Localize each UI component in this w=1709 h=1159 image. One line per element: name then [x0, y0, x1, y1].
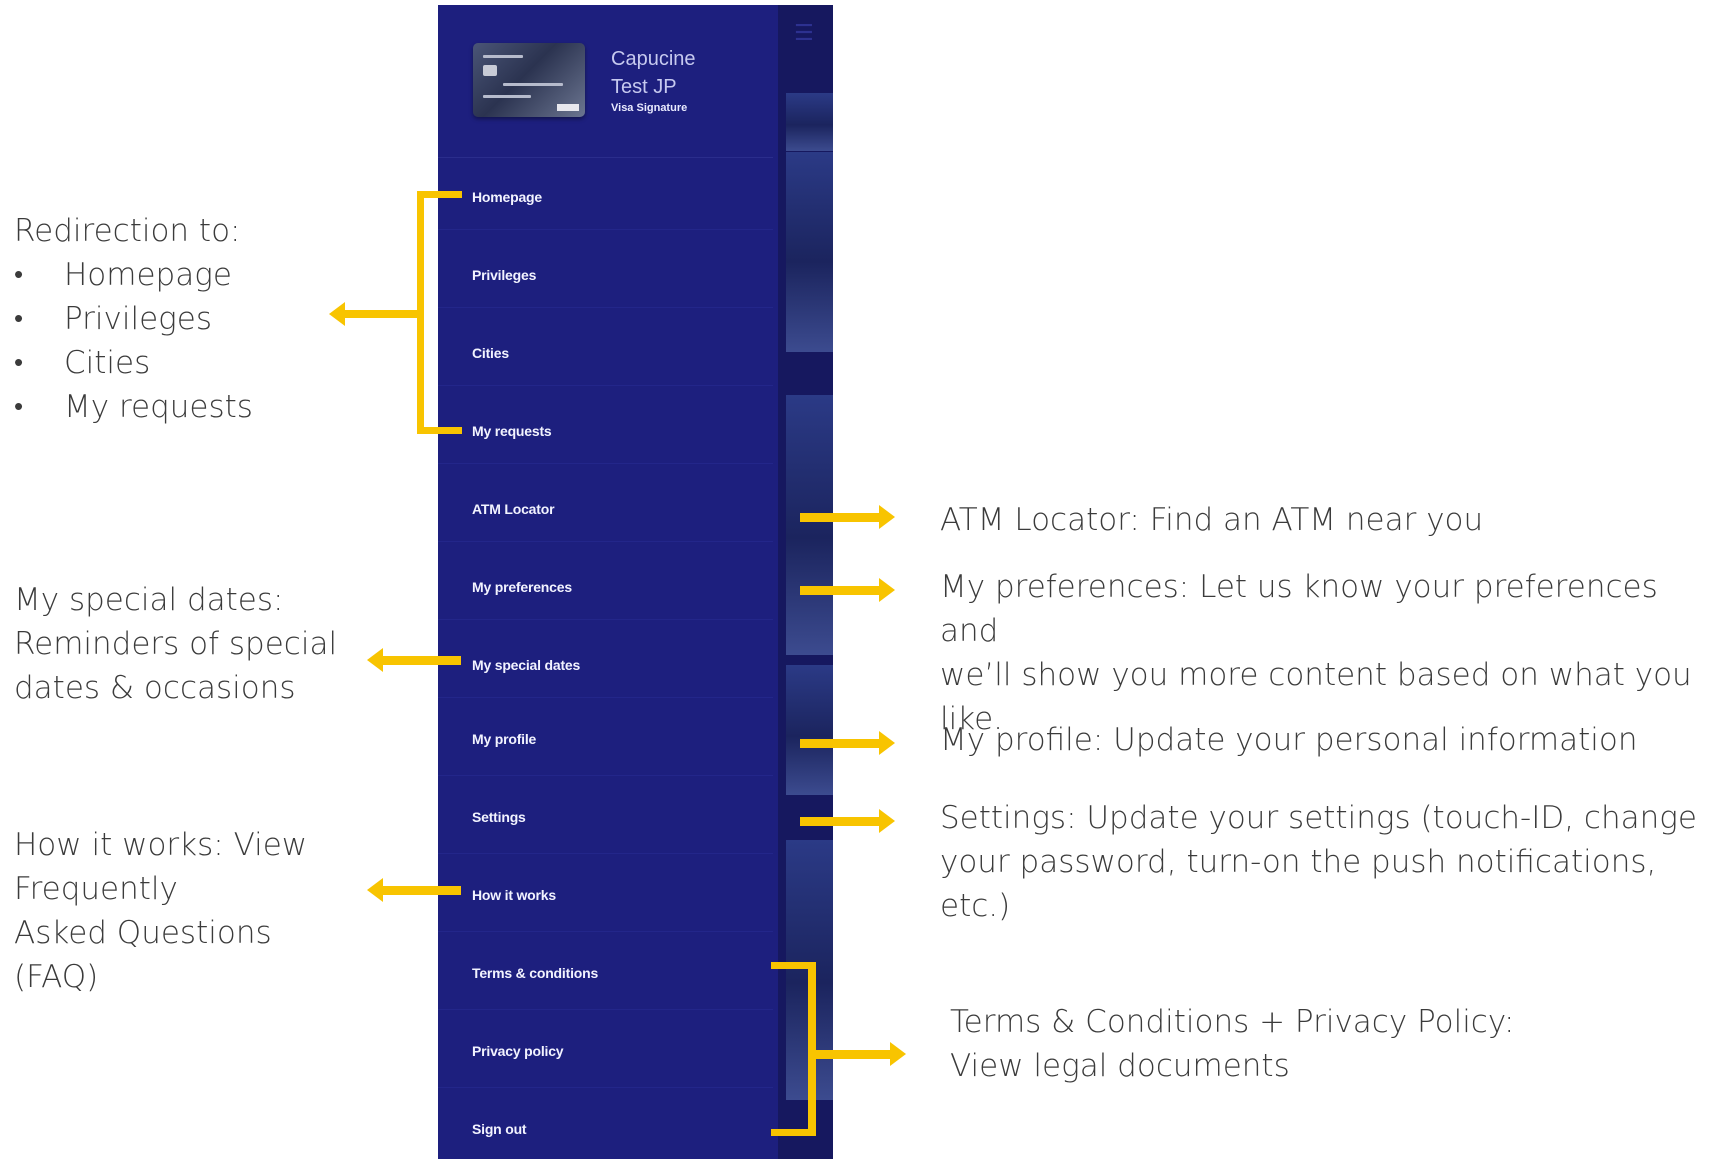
annotation-how-it-works: How it works: View Frequently Asked Ques… [14, 823, 307, 999]
annotation-line: we’ll show you more content based on wha… [940, 657, 1692, 693]
annotation-line: My special dates: [14, 582, 284, 618]
profile-last-name: Test JP [611, 76, 677, 98]
annotation-line: My preferences: Let us know your prefere… [940, 569, 1658, 649]
arrow-right-icon [879, 731, 895, 755]
annotation-line: My profile: Update your personal informa… [940, 722, 1638, 758]
background-card [786, 152, 833, 352]
menu-item-my-special-dates[interactable]: My special dates [438, 625, 773, 698]
menu-item-sign-out[interactable]: Sign out [438, 1093, 773, 1159]
hamburger-menu-icon[interactable]: ☰ [794, 23, 814, 45]
annotation-special-dates: My special dates: Reminders of special d… [14, 578, 337, 710]
menu-item-my-profile[interactable]: My profile [438, 703, 773, 776]
menu-item-label: Homepage [472, 189, 542, 205]
arrow-atm-shaft [800, 513, 879, 522]
arrow-right-icon [890, 1042, 906, 1066]
arrow-left-icon [329, 302, 345, 326]
credit-card-image [473, 43, 585, 117]
bracket-bottom-tick [771, 1129, 816, 1136]
profile-first-name: Capucine [611, 48, 696, 70]
menu-item-terms-conditions[interactable]: Terms & conditions [438, 937, 773, 1010]
menu-item-label: My preferences [472, 579, 572, 595]
stage: ☰ Capucine Test JP Visa Signature Homepa… [0, 0, 1709, 1159]
list-item: My requests [14, 385, 253, 429]
menu-item-privileges[interactable]: Privileges [438, 235, 773, 308]
annotation-line: (FAQ) [14, 959, 99, 995]
list-item: Privileges [14, 297, 253, 341]
bracket-bottom-tick [417, 427, 462, 434]
arrow-settings-shaft [800, 817, 879, 826]
menu-item-my-requests[interactable]: My requests [438, 391, 773, 464]
bracket-legal [808, 962, 816, 1136]
profile-header[interactable]: Capucine Test JP Visa Signature [438, 5, 773, 158]
menu-item-label: Privileges [472, 267, 537, 283]
profile-name: Capucine Test JP [611, 45, 696, 101]
annotation-line: Terms & Conditions + Privacy Policy: [950, 1004, 1515, 1040]
menu-item-label: My special dates [472, 657, 581, 673]
menu-item-atm-locator[interactable]: ATM Locator [438, 469, 773, 542]
menu-item-my-preferences[interactable]: My preferences [438, 547, 773, 620]
annotation-settings: Settings: Update your settings (touch-ID… [940, 796, 1697, 928]
navigation-drawer: Capucine Test JP Visa Signature Homepage… [438, 5, 773, 1159]
menu-item-label: Cities [472, 345, 509, 361]
menu-item-privacy-policy[interactable]: Privacy policy [438, 1015, 773, 1088]
annotation-preferences: My preferences: Let us know your prefere… [940, 565, 1709, 741]
annotation-line: Asked Questions [14, 915, 272, 951]
background-card [786, 395, 833, 655]
card-type-label: Visa Signature [611, 102, 688, 114]
menu-item-homepage[interactable]: Homepage [438, 157, 773, 230]
bracket-redirection [417, 191, 424, 434]
arrow-how-it-works-shaft [382, 886, 461, 895]
menu-item-cities[interactable]: Cities [438, 313, 773, 386]
annotation-line: your password, turn-on the push notifica… [940, 844, 1657, 880]
menu-item-label: Settings [472, 809, 526, 825]
menu-item-label: My profile [472, 731, 537, 747]
arrow-left-icon [367, 878, 383, 902]
annotation-line: Frequently [14, 871, 178, 907]
menu-item-label: Sign out [472, 1121, 527, 1137]
annotation-title: Redirection to: [14, 213, 241, 249]
background-card [786, 665, 833, 795]
annotation-redirection: Redirection to: Homepage Privileges Citi… [14, 209, 253, 429]
arrow-preferences-shaft [800, 586, 879, 595]
annotation-legal: Terms & Conditions + Privacy Policy: Vie… [950, 1000, 1514, 1088]
arrow-right-icon [879, 505, 895, 529]
arrow-redirection-shaft [344, 310, 418, 318]
annotation-line: etc.) [940, 888, 1011, 924]
annotation-profile: My profile: Update your personal informa… [940, 718, 1638, 762]
arrow-right-icon [879, 578, 895, 602]
menu-item-settings[interactable]: Settings [438, 781, 773, 854]
arrow-right-icon [879, 809, 895, 833]
annotation-atm: ATM Locator: Find an ATM near you [940, 498, 1483, 542]
phone-screen: ☰ Capucine Test JP Visa Signature Homepa… [438, 5, 833, 1159]
menu-item-label: My requests [472, 423, 552, 439]
list-item: Homepage [14, 253, 253, 297]
menu-item-label: How it works [472, 887, 556, 903]
menu-item-how-it-works[interactable]: How it works [438, 859, 773, 932]
annotation-line: How it works: View [14, 827, 308, 863]
annotation-line: dates & occasions [14, 670, 296, 706]
list-item: Cities [14, 341, 253, 385]
annotation-line: Reminders of special [14, 626, 338, 662]
arrow-special-dates-shaft [382, 656, 461, 665]
menu-item-label: ATM Locator [472, 501, 555, 517]
arrow-profile-shaft [800, 739, 879, 748]
annotation-line: View legal documents [950, 1048, 1290, 1084]
arrow-legal-shaft [816, 1050, 890, 1059]
bracket-top-tick [771, 962, 816, 969]
menu-item-label: Terms & conditions [472, 965, 599, 981]
arrow-left-icon [367, 648, 383, 672]
menu-item-label: Privacy policy [472, 1043, 564, 1059]
annotation-line: ATM Locator: Find an ATM near you [940, 502, 1484, 538]
bracket-top-tick [417, 191, 462, 198]
annotation-line: Settings: Update your settings (touch-ID… [940, 800, 1697, 836]
redirection-list: Homepage Privileges Cities My requests [14, 253, 253, 429]
background-card [786, 93, 833, 151]
